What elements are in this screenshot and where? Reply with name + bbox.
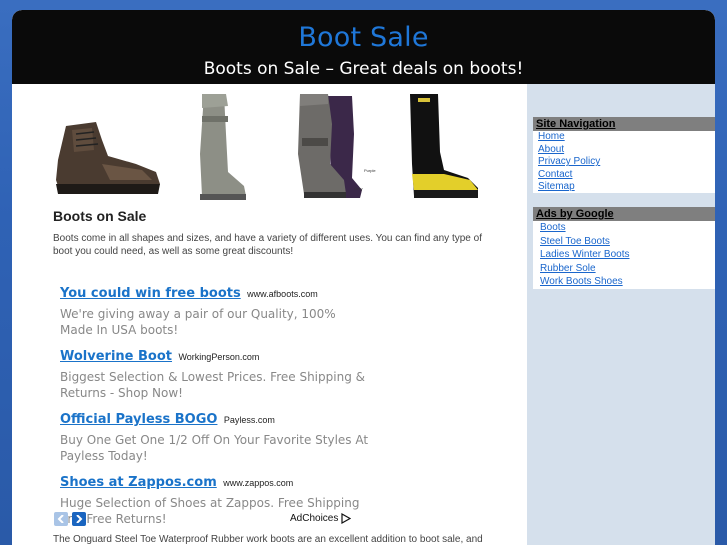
site-navigation-box: Site Navigation Home About Privacy Polic… <box>533 117 715 193</box>
ad-item: Official Payless BOGO Payless.com Buy On… <box>60 410 370 464</box>
steel-toe-rubber-boot-image[interactable] <box>404 94 484 202</box>
ad-link-ladies-winter-boots[interactable]: Ladies Winter Boots <box>533 248 715 262</box>
ad-link-work-boots-shoes[interactable]: Work Boots Shoes <box>533 275 715 289</box>
chevron-right-icon <box>76 515 83 523</box>
adchoices-label: AdChoices <box>290 513 339 524</box>
adchoices-icon <box>341 513 352 524</box>
ads-by-google-list: Boots Steel Toe Boots Ladies Winter Boot… <box>533 221 715 289</box>
ad-title-link[interactable]: You could win free boots <box>60 286 241 301</box>
grey-label: Grey <box>354 186 363 191</box>
sidebar: Site Navigation Home About Privacy Polic… <box>527 84 715 545</box>
ad-link-boots[interactable]: Boots <box>533 221 715 235</box>
site-header: Boot Sale Boots on Sale – Great deals on… <box>12 10 715 84</box>
main-content: Purple Grey Boots on Sale Boots come in … <box>12 84 527 545</box>
hiking-boot-image[interactable] <box>52 120 164 200</box>
ad-title-link[interactable]: Official Payless BOGO <box>60 412 217 427</box>
ad-link-rubber-sole[interactable]: Rubber Sole <box>533 262 715 276</box>
ad-unit: You could win free boots www.afboots.com… <box>60 284 370 536</box>
site-tagline: Boots on Sale – Great deals on boots! <box>203 59 524 79</box>
ads-by-google-heading[interactable]: Ads by Google <box>533 207 715 221</box>
ad-description[interactable]: Buy One Get One 1/2 Off On Your Favorite… <box>60 432 370 464</box>
nav-link-about[interactable]: About <box>533 144 715 157</box>
page-frame: Boot Sale Boots on Sale – Great deals on… <box>12 10 715 545</box>
ad-title-link[interactable]: Shoes at Zappos.com <box>60 475 217 490</box>
ad-title-link[interactable]: Wolverine Boot <box>60 349 172 364</box>
article-text: The Onguard Steel Toe Waterproof Rubber … <box>53 534 483 545</box>
ad-description[interactable]: We're giving away a pair of our Quality,… <box>60 306 370 338</box>
site-title[interactable]: Boot Sale <box>12 10 715 53</box>
ad-item: You could win free boots www.afboots.com… <box>60 284 370 338</box>
ad-controls: AdChoices <box>54 512 354 528</box>
nav-link-sitemap[interactable]: Sitemap <box>533 181 715 194</box>
ad-item: Wolverine Boot WorkingPerson.com Biggest… <box>60 347 370 401</box>
nav-link-home[interactable]: Home <box>533 131 715 144</box>
ad-next-button[interactable] <box>72 512 86 526</box>
ad-link-steel-toe-boots[interactable]: Steel Toe Boots <box>533 235 715 249</box>
ad-domain[interactable]: www.afboots.com <box>247 289 318 299</box>
purple-label: Purple <box>364 168 376 173</box>
ad-prev-button[interactable] <box>54 512 68 526</box>
ad-domain[interactable]: www.zappos.com <box>223 478 293 488</box>
ad-domain[interactable]: WorkingPerson.com <box>178 352 259 362</box>
chevron-left-icon <box>57 515 64 523</box>
site-navigation-heading: Site Navigation <box>533 117 715 131</box>
adchoices-link[interactable]: AdChoices <box>290 513 352 524</box>
ad-description[interactable]: Biggest Selection & Lowest Prices. Free … <box>60 369 370 401</box>
nav-link-privacy-policy[interactable]: Privacy Policy <box>533 156 715 169</box>
intro-paragraph: Boots come in all shapes and sizes, and … <box>53 233 482 257</box>
ads-by-google-box: Ads by Google Boots Steel Toe Boots Ladi… <box>533 207 715 289</box>
site-navigation-list: Home About Privacy Policy Contact Sitema… <box>533 131 715 194</box>
section-heading: Boots on Sale <box>53 208 147 224</box>
boots-image-row: Purple Grey <box>52 90 482 202</box>
nav-link-contact[interactable]: Contact <box>533 169 715 182</box>
ad-domain[interactable]: Payless.com <box>224 415 275 425</box>
grey-purple-boots-image[interactable]: Purple Grey <box>288 94 378 202</box>
grey-tall-boot-image[interactable] <box>188 94 250 202</box>
